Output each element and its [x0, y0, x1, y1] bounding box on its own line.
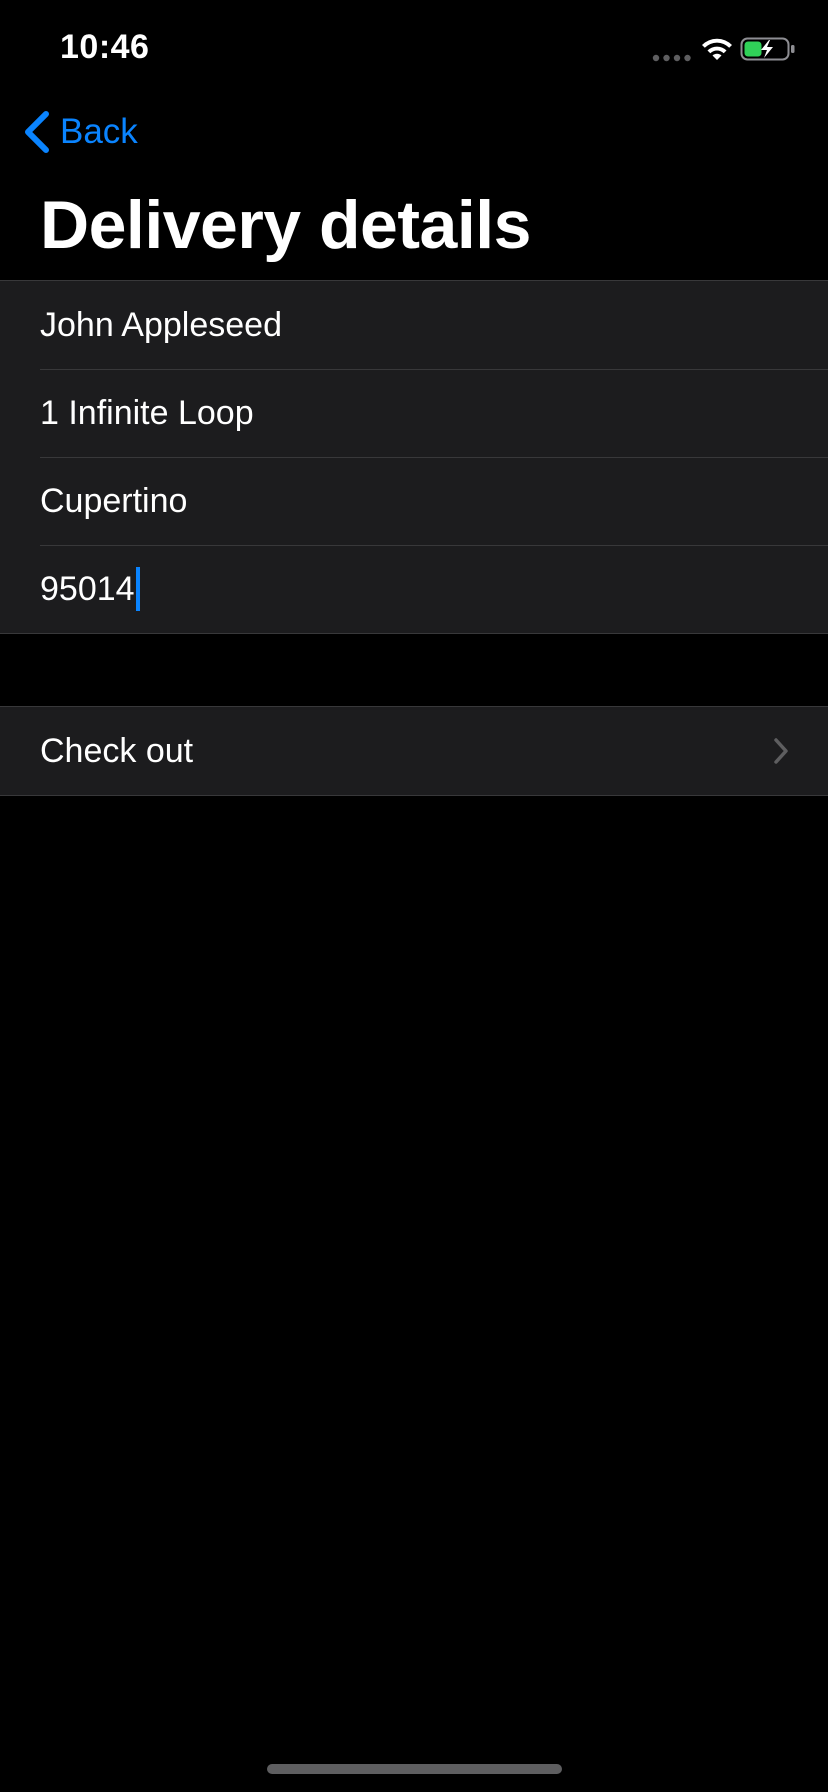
home-indicator — [267, 1764, 562, 1774]
delivery-form: 95014 — [0, 280, 828, 634]
status-bar: 10:46 — [0, 0, 828, 100]
chevron-left-icon — [25, 111, 49, 153]
signal-dots-icon — [652, 54, 691, 62]
chevron-right-icon — [774, 738, 788, 764]
checkout-label: Check out — [40, 731, 194, 770]
text-cursor — [135, 567, 140, 611]
street-row — [0, 369, 828, 457]
city-row — [0, 457, 828, 545]
battery-charging-icon — [740, 37, 795, 61]
checkout-button[interactable]: Check out — [0, 707, 828, 795]
name-row — [0, 281, 828, 369]
street-field[interactable] — [40, 383, 800, 443]
checkout-section: Check out — [0, 706, 828, 796]
zip-field[interactable]: 95014 — [40, 567, 140, 611]
name-field[interactable] — [40, 295, 800, 355]
status-time: 10:46 — [60, 28, 150, 66]
city-field[interactable] — [40, 471, 800, 531]
zip-value: 95014 — [40, 569, 135, 608]
wifi-icon — [702, 38, 732, 60]
page-title: Delivery details — [40, 187, 531, 263]
back-label: Back — [60, 112, 138, 151]
zip-row: 95014 — [0, 545, 828, 633]
back-button[interactable]: Back — [22, 108, 138, 156]
